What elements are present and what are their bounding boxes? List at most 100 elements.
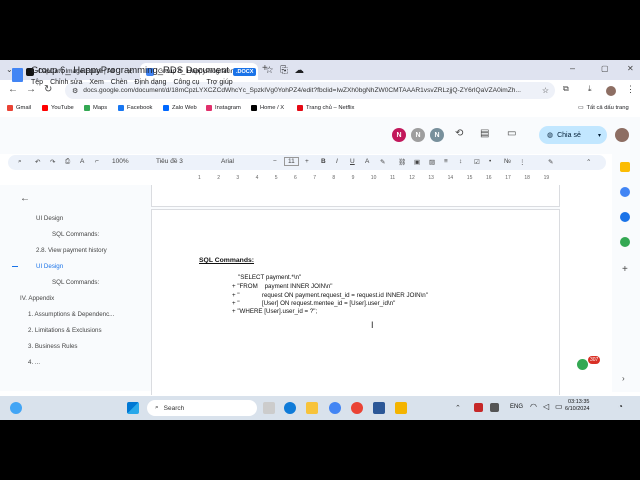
back-icon[interactable]: ← [8,84,18,95]
move-folder-icon[interactable]: ⎘ [280,65,288,76]
outline-item[interactable]: SQL Commands: [52,279,99,286]
minimize-icon[interactable]: – [570,63,575,73]
bookmark-instagram[interactable]: Instagram [206,105,241,111]
menu-view[interactable]: Xem [89,79,103,86]
collaborator-avatar[interactable]: N [430,128,444,142]
docs-logo-icon[interactable] [12,68,23,82]
sql-line[interactable]: + "WHERE [User].user_id = ?"; [232,308,317,315]
sql-line[interactable]: "SELECT payment.*\n" [238,274,301,281]
bookmark-star-icon[interactable]: ☆ [542,86,549,95]
download-icon[interactable]: ⤓ [588,84,592,94]
history-icon[interactable]: ⟲ [455,128,463,139]
font-size-increase[interactable]: + [305,158,309,165]
italic-icon[interactable]: I [336,158,338,165]
edge-icon[interactable] [284,402,296,414]
underline-icon[interactable]: U [350,158,355,165]
zoom-select[interactable]: 100% [112,158,129,165]
add-addon-icon[interactable]: + [622,264,628,275]
comment-icon[interactable]: ▣ [414,158,420,166]
start-icon[interactable] [127,402,139,414]
expand-panel-icon[interactable]: › [622,374,625,383]
paint-format-icon[interactable]: ⌐ [95,158,99,165]
style-select[interactable]: Tiêu đề 3 [156,158,183,165]
sql-line[interactable]: + "FROM payment INNER JOIN\n" [232,283,333,290]
taskbar-search[interactable]: ⌕ Search [147,400,257,416]
menu-format[interactable]: Định dạng [135,79,167,86]
text-color-icon[interactable]: A [365,158,369,165]
document-title[interactable]: Group 6_ HappyProgramming_RDS Document .D… [31,65,304,76]
checklist-icon[interactable]: ☑ [474,158,480,166]
undo-icon[interactable]: ↶ [35,158,40,166]
tray-app-icon[interactable] [474,403,483,412]
chrome-icon[interactable] [329,402,341,414]
outline-item[interactable]: 2.8. View payment history [36,247,107,254]
outline-item[interactable]: 2. Limitations & Exclusions [28,327,102,334]
menu-tools[interactable]: Công cụ [173,79,199,86]
font-size-field[interactable]: 11 [284,157,299,166]
extensions-icon[interactable]: ⧉ [563,84,569,94]
editing-mode-icon[interactable]: ✎ [548,158,553,166]
volume-icon[interactable]: ◁ [543,402,549,411]
wifi-icon[interactable]: ◠ [530,402,537,411]
bookmark-netflix[interactable]: Trang chủ – Netflix [297,105,354,111]
tray-overflow-icon[interactable]: ⌃ [455,404,461,412]
contacts-icon[interactable] [620,212,630,222]
search-menus-icon[interactable]: ⌕ [18,158,22,166]
profile-avatar[interactable] [606,86,616,96]
comments-icon[interactable]: ▤ [480,128,489,139]
system-clock[interactable]: 03:13:35 6/10/2024 [565,399,589,413]
star-icon[interactable]: ☆ [265,65,274,76]
collaborator-avatar[interactable]: N [392,128,406,142]
sql-line[interactable]: + " request ON payment.request_id = requ… [232,292,428,299]
outline-item[interactable]: UI Design [36,215,63,222]
print-icon[interactable]: ⎙ [65,158,70,166]
language-indicator[interactable]: ENG [510,404,523,410]
font-size-decrease[interactable]: − [273,158,277,165]
bookmark-facebook[interactable]: Facebook [118,105,152,111]
document-page[interactable]: SQL Commands: "SELECT payment.*\n" + "FR… [151,209,560,395]
bookmark-zalo[interactable]: Zalo Web [163,105,197,111]
collaborator-avatar[interactable]: N [411,128,425,142]
link-icon[interactable]: ⛓ [398,158,406,166]
share-button[interactable]: ◍ Chia sẻ ▾ [539,126,607,144]
menu-edit[interactable]: Chỉnh sửa [50,79,82,86]
all-bookmarks[interactable]: ▭ Tất cả dấu trang [578,105,629,111]
bullet-list-icon[interactable]: • [489,158,491,165]
font-select[interactable]: Arial [221,158,234,165]
outline-item[interactable]: SQL Commands: [52,231,99,238]
weather-icon[interactable] [10,402,22,414]
tasks-icon[interactable] [620,187,630,197]
chevron-down-icon[interactable]: ▾ [598,132,601,139]
close-outline-icon[interactable]: ← [20,193,30,204]
align-icon[interactable]: ≡ [444,158,448,165]
menu-insert[interactable]: Chèn [111,79,128,86]
extension-float-icon[interactable] [577,359,588,370]
menu-file[interactable]: Tệp [31,79,43,86]
spellcheck-icon[interactable]: A [80,158,84,165]
task-view-icon[interactable] [263,402,275,414]
app-icon[interactable] [395,402,407,414]
outline-item-active[interactable]: UI Design [36,263,63,270]
bookmark-maps[interactable]: Maps [84,105,107,111]
meet-icon[interactable]: ▭ [507,128,516,139]
line-spacing-icon[interactable]: ↕ [459,158,462,165]
keep-icon[interactable] [620,162,630,172]
highlight-icon[interactable]: ✎ [380,158,385,166]
opera-icon[interactable] [351,402,363,414]
bookmark-youtube[interactable]: YouTube [42,105,74,111]
bookmark-gmail[interactable]: Gmail [7,105,31,111]
close-window-icon[interactable]: ✕ [627,64,634,73]
more-options-icon[interactable]: ⋮ [519,158,526,166]
document-title-text[interactable]: Group 6_ HappyProgramming_RDS Document [31,65,229,76]
outline-item[interactable]: 3. Business Rules [28,343,78,350]
account-avatar[interactable] [615,128,629,142]
menu-help[interactable]: Trợ giúp [207,79,233,86]
notification-bell-icon[interactable]: ◔ [618,402,623,411]
maximize-icon[interactable]: ▢ [601,64,609,73]
site-info-icon[interactable]: ⚙ [72,87,78,95]
bold-icon[interactable]: B [321,158,326,165]
outline-item[interactable]: 1. Assumptions & Dependenc... [28,311,114,318]
numbered-list-icon[interactable]: № [504,158,511,165]
app-icon[interactable] [373,402,385,414]
battery-icon[interactable]: ▭ [555,402,563,411]
